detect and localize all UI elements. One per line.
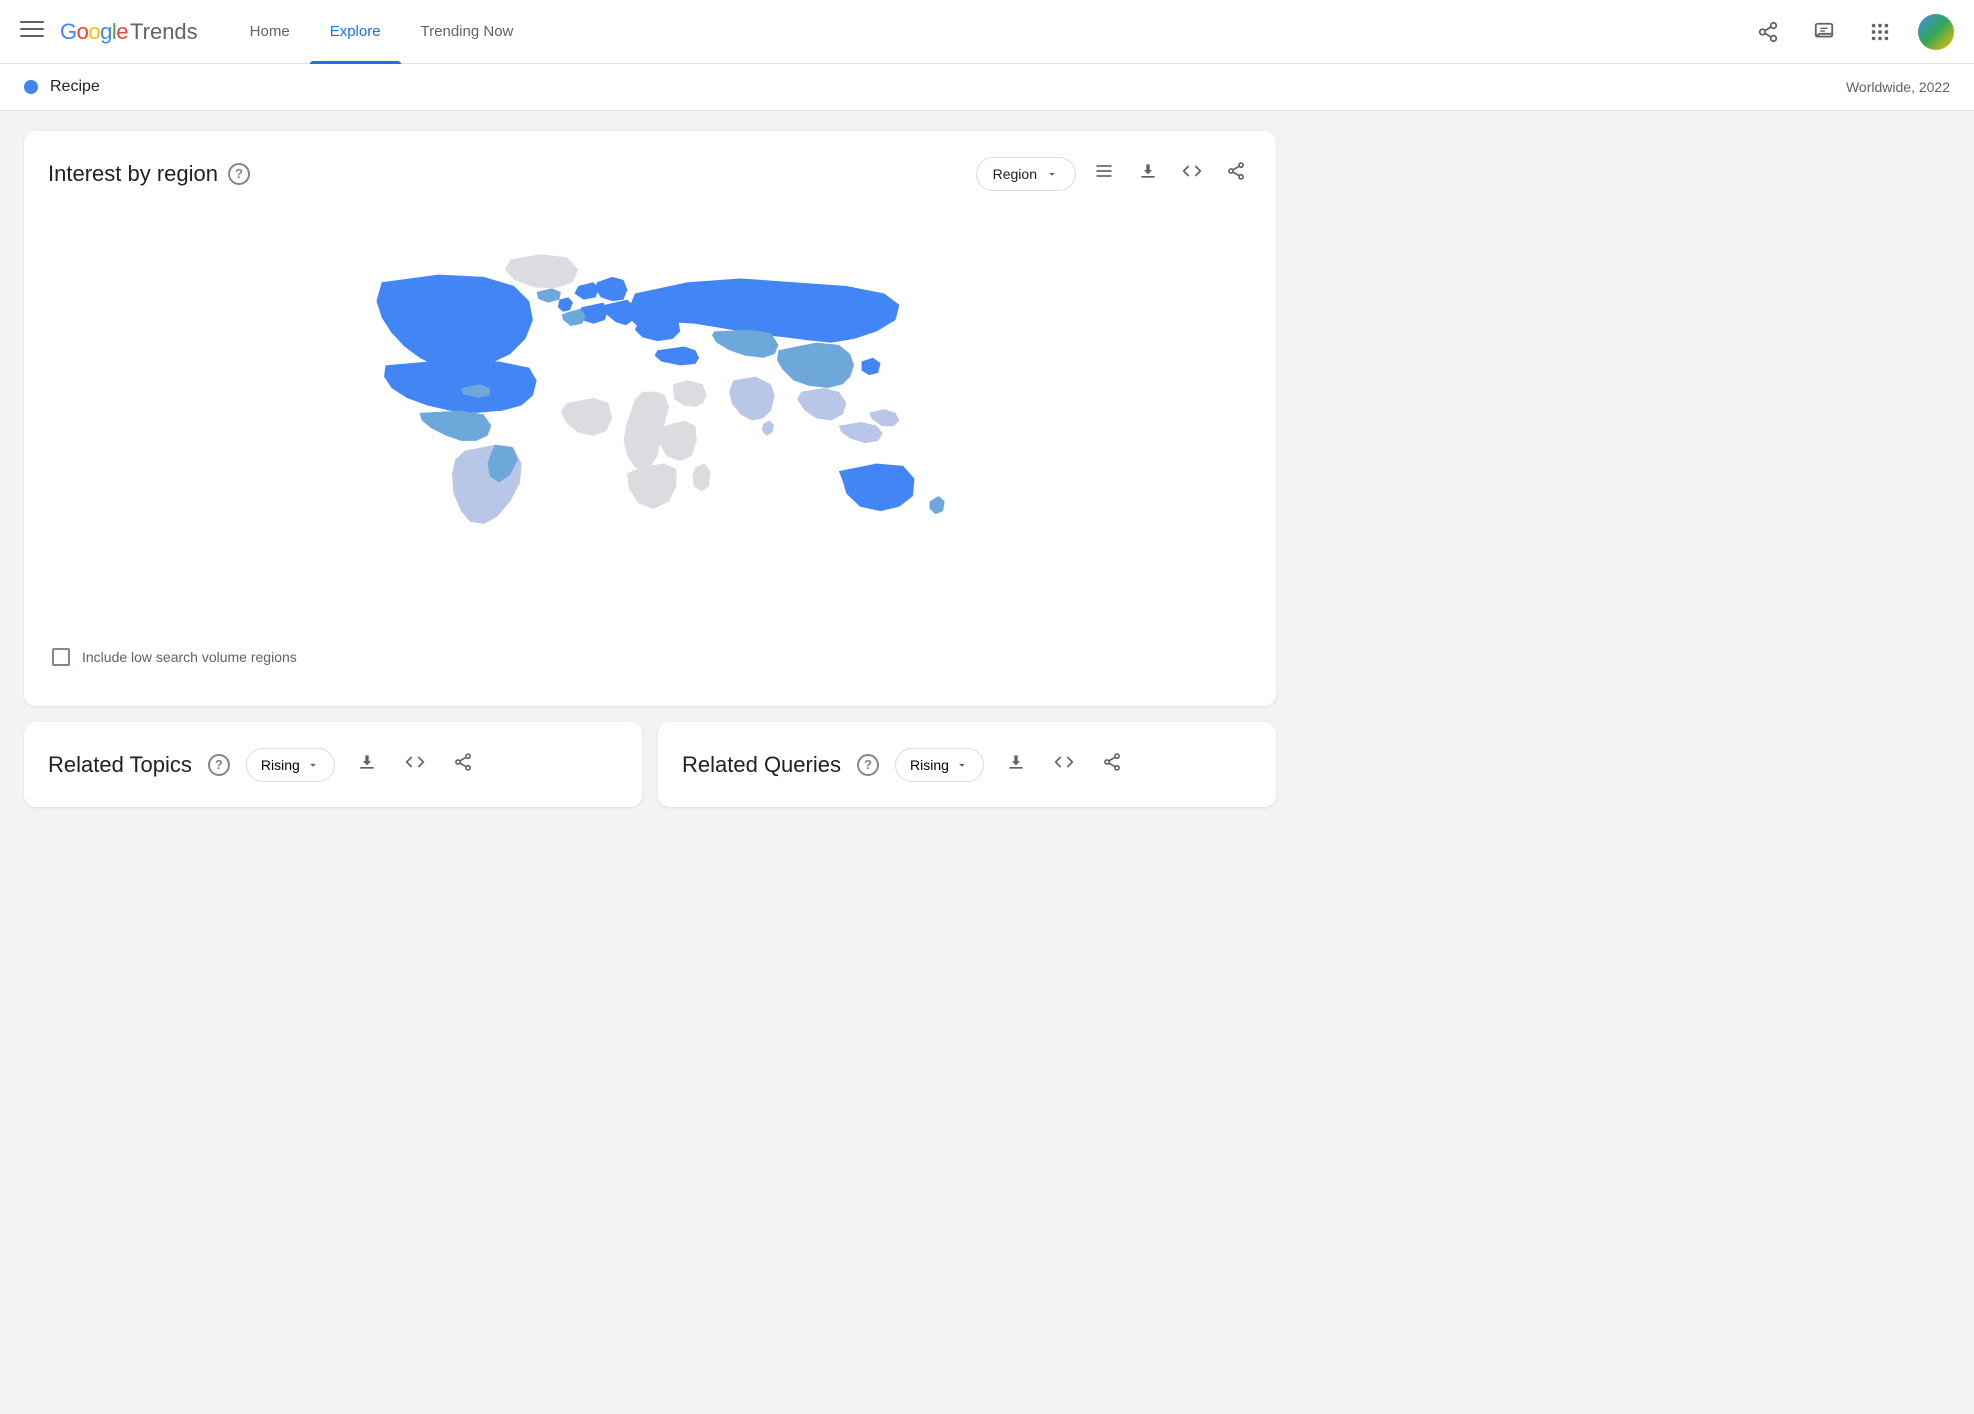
related-queries-header: Related Queries ? Rising [682, 746, 1252, 783]
nav-explore[interactable]: Explore [310, 0, 401, 64]
feedback-icon[interactable] [1806, 14, 1842, 50]
region-dropdown[interactable]: Region [976, 157, 1076, 191]
search-bar: Recipe Worldwide, 2022 [0, 64, 1974, 111]
related-topics-download-icon[interactable] [351, 746, 383, 783]
list-view-icon[interactable] [1088, 155, 1120, 192]
search-term-label: Recipe [50, 78, 100, 96]
low-volume-checkbox[interactable] [52, 648, 70, 666]
nav-home[interactable]: Home [230, 0, 310, 64]
bottom-row: Related Topics ? Rising [24, 722, 1276, 807]
related-topics-header: Related Topics ? Rising [48, 746, 618, 783]
related-topics-title: Related Topics [48, 752, 192, 778]
user-avatar[interactable] [1918, 14, 1954, 50]
download-icon[interactable] [1132, 155, 1164, 192]
google-trends-logo[interactable]: Google Trends [60, 19, 198, 45]
help-icon[interactable]: ? [228, 163, 250, 185]
share-map-icon[interactable] [1220, 155, 1252, 192]
related-queries-title: Related Queries [682, 752, 841, 778]
search-dot [24, 80, 38, 94]
related-queries-dropdown[interactable]: Rising [895, 748, 984, 782]
share-icon[interactable] [1750, 14, 1786, 50]
related-queries-card: Related Queries ? Rising [658, 722, 1276, 807]
related-queries-embed-icon[interactable] [1048, 746, 1080, 783]
trends-wordmark: Trends [130, 19, 198, 45]
search-meta: Worldwide, 2022 [1846, 79, 1950, 95]
hamburger-menu[interactable] [20, 17, 44, 47]
header-actions [1750, 14, 1954, 50]
main-content: Interest by region ? Region [0, 111, 1300, 827]
related-queries-download-icon[interactable] [1000, 746, 1032, 783]
google-wordmark: Google [60, 19, 128, 45]
interest-by-region-card: Interest by region ? Region [24, 131, 1276, 706]
related-queries-help-icon[interactable]: ? [857, 754, 879, 776]
card-title: Interest by region ? [48, 161, 250, 187]
low-volume-label[interactable]: Include low search volume regions [82, 649, 297, 665]
header: Google Trends Home Explore Trending Now [0, 0, 1974, 64]
related-topics-embed-icon[interactable] [399, 746, 431, 783]
world-map [310, 232, 990, 612]
related-queries-share-icon[interactable] [1096, 746, 1128, 783]
card-actions: Region [976, 155, 1252, 192]
related-topics-dropdown[interactable]: Rising [246, 748, 335, 782]
embed-icon[interactable] [1176, 155, 1208, 192]
nav-trending-now[interactable]: Trending Now [401, 0, 534, 64]
apps-icon[interactable] [1862, 14, 1898, 50]
search-term: Recipe [24, 78, 100, 96]
related-topics-help-icon[interactable]: ? [208, 754, 230, 776]
related-topics-card: Related Topics ? Rising [24, 722, 642, 807]
card-header: Interest by region ? Region [48, 155, 1252, 192]
interest-by-region-title: Interest by region [48, 161, 218, 187]
world-map-container [48, 212, 1252, 632]
main-nav: Home Explore Trending Now [230, 0, 1750, 64]
related-topics-share-icon[interactable] [447, 746, 479, 783]
low-volume-row: Include low search volume regions [48, 632, 1252, 682]
